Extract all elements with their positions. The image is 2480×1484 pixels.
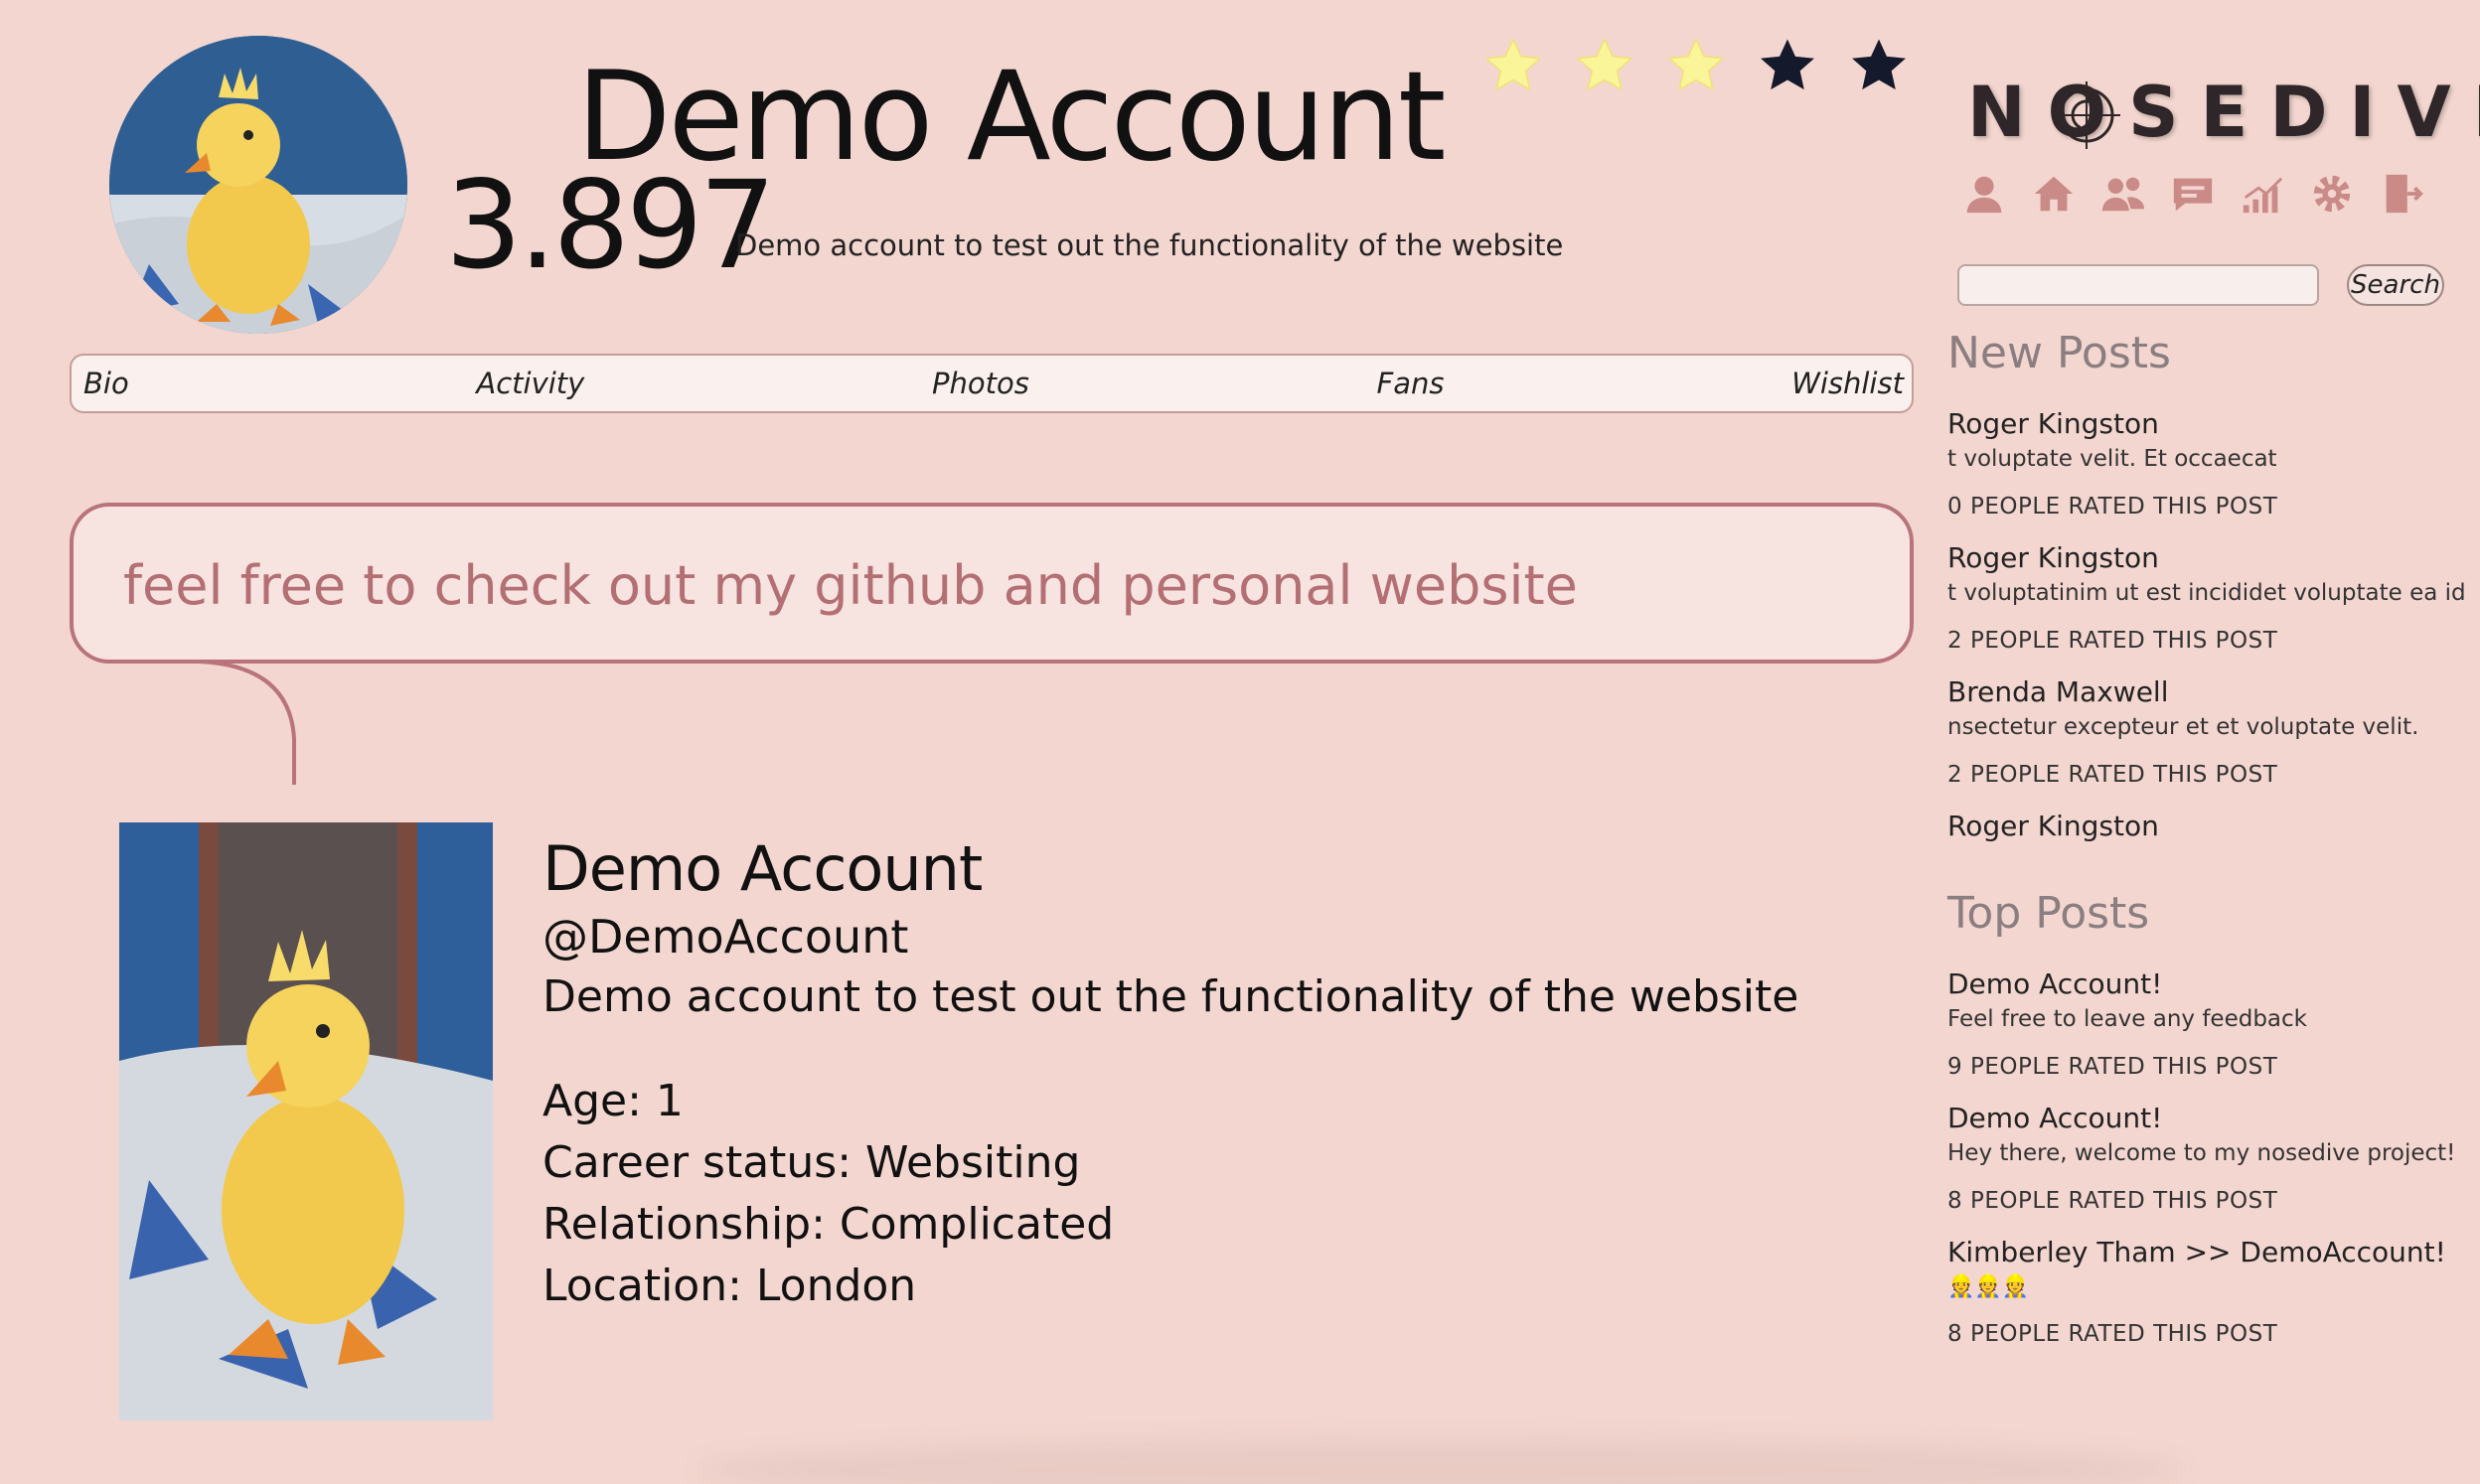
post-author[interactable]: Demo Account! [1947, 1102, 2464, 1134]
tab-fans[interactable]: Fans [1377, 367, 1445, 400]
post-rating-count: 9 PEOPLE RATED THIS POST [1947, 1054, 2278, 1080]
list-item[interactable]: Demo Account! Feel free to leave any fee… [1947, 967, 2464, 1080]
post-author[interactable]: Roger Kingston [1947, 407, 2464, 440]
profile-career: Career status: Websiting [542, 1137, 1081, 1188]
rating-score: 3.897 [445, 155, 776, 296]
list-item[interactable]: Brenda Maxwell nsectetur excepteur et et… [1947, 675, 2464, 788]
profile-handle: @DemoAccount [542, 910, 909, 964]
star-rating[interactable] [1480, 34, 1912, 99]
new-posts-list[interactable]: Roger Kingston t voluptate velit. Et occ… [1947, 407, 2464, 864]
post-author[interactable]: Roger Kingston [1947, 541, 2464, 574]
new-posts-title: New Posts [1947, 328, 2171, 378]
post-author[interactable]: Roger Kingston [1947, 810, 2464, 842]
post-rating-count: 8 PEOPLE RATED THIS POST [1947, 1321, 2278, 1347]
speech-bubble-tail [199, 660, 296, 785]
star-icon[interactable] [1572, 34, 1637, 99]
site-logo[interactable]: NOSEDIVE [1967, 72, 2480, 153]
search-input[interactable] [1957, 264, 2319, 306]
short-bio: Demo account to test out the functionali… [735, 228, 1564, 262]
messages-icon[interactable] [2170, 171, 2216, 217]
tab-wishlist[interactable]: Wishlist [1791, 367, 1904, 400]
top-posts-title: Top Posts [1947, 888, 2150, 939]
tab-bio[interactable]: Bio [83, 367, 129, 400]
post-excerpt: t voluptate velit. Et occaecat [1947, 446, 2277, 472]
star-icon[interactable] [1755, 34, 1820, 99]
post-author[interactable]: Brenda Maxwell [1947, 675, 2464, 708]
star-icon[interactable] [1663, 34, 1729, 99]
settings-icon[interactable] [2309, 171, 2355, 217]
post-rating-count: 2 PEOPLE RATED THIS POST [1947, 628, 2278, 654]
tab-photos[interactable]: Photos [932, 367, 1029, 400]
star-icon[interactable] [1480, 34, 1546, 99]
stats-icon[interactable] [2240, 171, 2285, 217]
post-excerpt: t voluptatinim ut est incididet voluptat… [1947, 580, 2464, 606]
logout-icon[interactable] [2379, 171, 2424, 217]
profile-age: Age: 1 [542, 1076, 684, 1126]
home-icon[interactable] [2031, 171, 2077, 217]
list-item[interactable]: Roger Kingston [1947, 810, 2464, 842]
post-excerpt: 👷👷👷 [1947, 1274, 2030, 1299]
list-item[interactable]: Roger Kingston t voluptate velit. Et occ… [1947, 407, 2464, 519]
profile-avatar[interactable] [109, 36, 407, 334]
post-excerpt: Feel free to leave any feedback [1947, 1006, 2307, 1032]
star-icon[interactable] [1846, 34, 1912, 99]
post-rating-count: 0 PEOPLE RATED THIS POST [1947, 494, 2278, 519]
profile-description: Demo account to test out the functionali… [542, 971, 1799, 1022]
list-item[interactable]: Kimberley Tham >> DemoAccount! 👷👷👷 8 PEO… [1947, 1236, 2464, 1347]
post-rating-count: 2 PEOPLE RATED THIS POST [1947, 762, 2278, 788]
profile-relationship: Relationship: Complicated [542, 1199, 1115, 1250]
profile-icon[interactable] [1961, 171, 2007, 217]
profile-tabs: Bio Activity Photos Fans Wishlist [70, 354, 1914, 413]
post-author[interactable]: Kimberley Tham >> DemoAccount! [1947, 1236, 2464, 1268]
profile-location: Location: London [542, 1261, 917, 1311]
post-author[interactable]: Demo Account! [1947, 967, 2464, 1000]
search-button[interactable]: Search [2347, 264, 2444, 306]
post-excerpt: nsectetur excepteur et et voluptate veli… [1947, 714, 2419, 740]
target-icon [2053, 81, 2120, 149]
sidebar-nav [1961, 171, 2424, 217]
top-posts-list[interactable]: Demo Account! Feel free to leave any fee… [1947, 967, 2464, 1434]
profile-facts: Age: 1 Career status: Websiting Relation… [542, 1071, 1114, 1317]
profile-photo[interactable] [119, 822, 493, 1420]
profile-name: Demo Account [542, 832, 983, 905]
footer-shadow [696, 1440, 2186, 1484]
tab-activity[interactable]: Activity [476, 367, 584, 400]
bubble-text: feel free to check out my github and per… [123, 554, 1578, 617]
post-excerpt: Hey there, welcome to my nosedive projec… [1947, 1140, 2456, 1166]
friends-icon[interactable] [2100, 171, 2146, 217]
post-rating-count: 8 PEOPLE RATED THIS POST [1947, 1188, 2278, 1214]
list-item[interactable]: Roger Kingston t voluptatinim ut est inc… [1947, 541, 2464, 654]
list-item[interactable]: Demo Account! Hey there, welcome to my n… [1947, 1102, 2464, 1214]
